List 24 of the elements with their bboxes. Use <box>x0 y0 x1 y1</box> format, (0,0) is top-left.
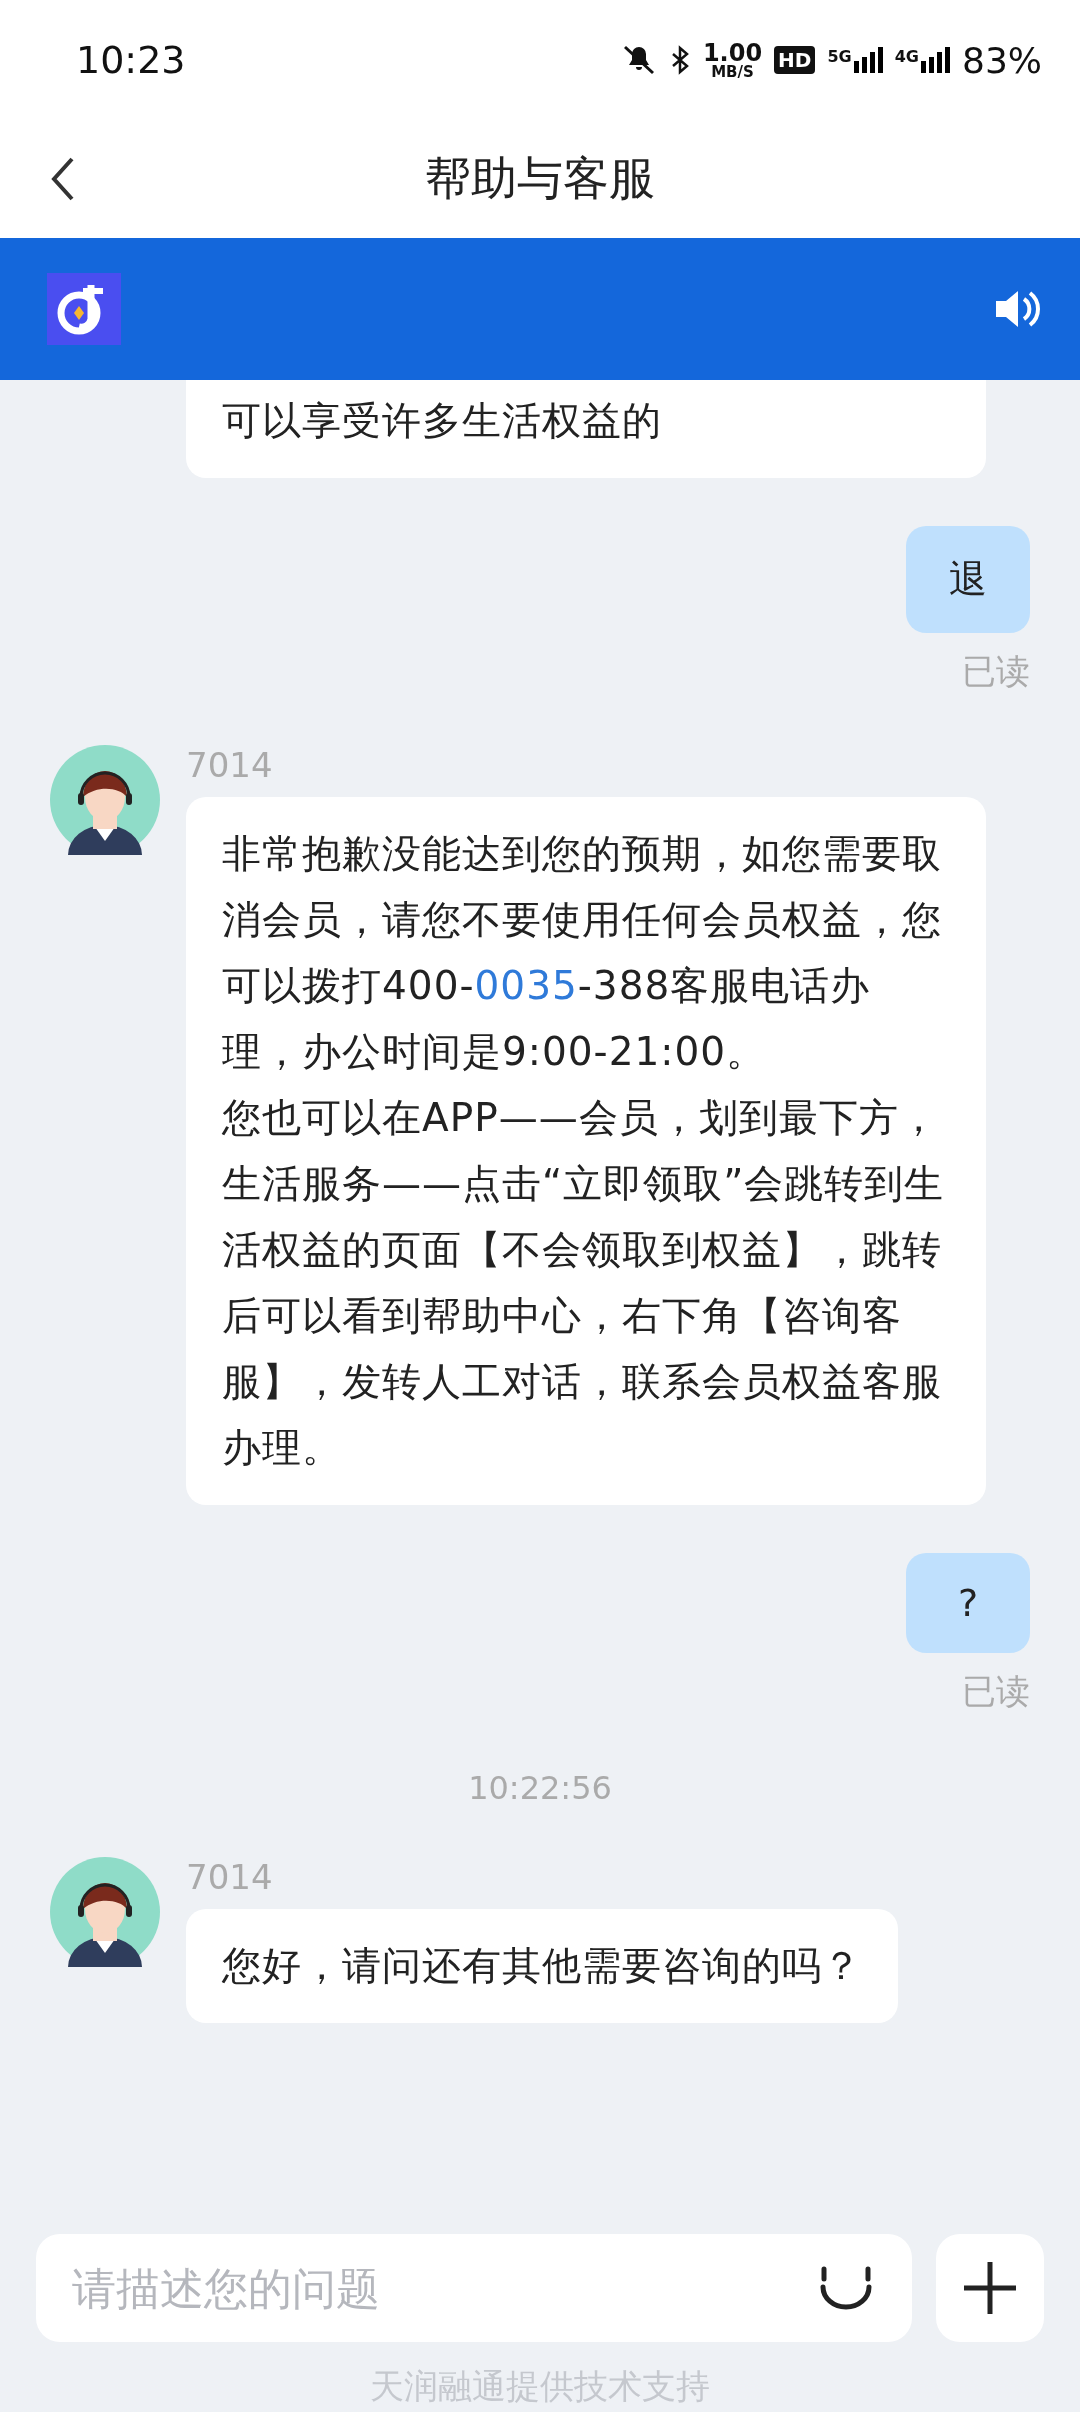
network-type: 4G <box>894 47 919 66</box>
emoji-icon[interactable] <box>820 2265 872 2311</box>
message-bubble: 退 <box>906 526 1030 633</box>
read-receipt: 已读 <box>962 650 1030 693</box>
network-type: 5G <box>827 47 852 66</box>
plus-icon <box>962 2260 1018 2316</box>
add-button[interactable] <box>936 2234 1044 2342</box>
page-title: 帮助与客服 <box>425 150 655 207</box>
hd-badge: HD <box>774 46 816 74</box>
clock-time: 10:23 <box>76 38 187 82</box>
agent-name: 7014 <box>186 745 274 785</box>
signal-icon <box>853 47 883 73</box>
message-bubble: 非常抱歉没能达到您的预期，如您需要取消会员，请您不要使用任何会员权益，您可以拨打400-0035-388客服电话办理，办公时间是9:00-21:00。 您也可以在APP——会员，划到最下方，生活服务——点击“立即领取”会跳转到生活权益的页面【不会领取到权益】，跳转后可以看到帮助中心，右下角【咨询客服】，发转人工对话，联系会员权益客服办理。 <box>186 797 986 1505</box>
message-bubble: ? <box>906 1553 1030 1653</box>
message-bubble: 可以享受许多生活权益的 <box>186 380 986 478</box>
message-input[interactable]: 请描述您的问题 <box>36 2234 912 2342</box>
signal-icon <box>921 47 950 73</box>
read-receipt: 已读 <box>962 1670 1030 1713</box>
agent-name: 7014 <box>186 1857 274 1897</box>
timestamp: 10:22:56 <box>468 1769 612 1807</box>
battery-level: 83% <box>962 39 1042 81</box>
message-bubble: 您好，请问还有其他需要咨询的吗？ <box>186 1909 898 2023</box>
network-speed: 1.00 MB/S <box>702 40 763 80</box>
app-logo-icon <box>47 273 121 345</box>
